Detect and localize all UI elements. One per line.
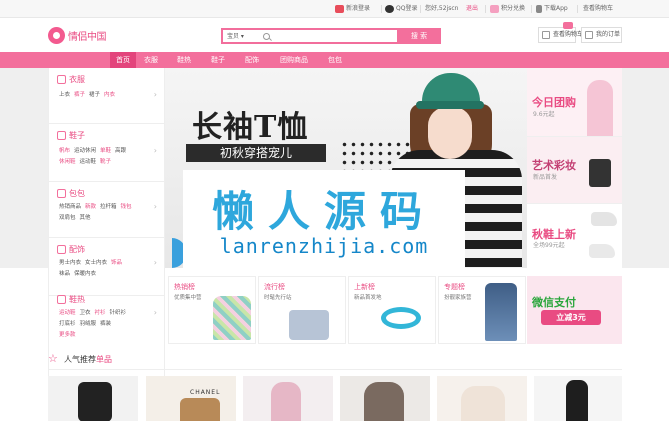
orders-icon (585, 31, 593, 39)
promo-shoe-image (591, 212, 617, 226)
nav-item-clothes[interactable]: 衣服 (144, 52, 158, 68)
product-image (461, 386, 505, 421)
fire-icon (57, 295, 66, 304)
app-link[interactable]: 下载App (536, 4, 568, 13)
nav-item-hot[interactable]: 鞋热 (177, 52, 191, 68)
gift-icon (490, 4, 499, 13)
points-link[interactable]: 积分兑换 (490, 4, 525, 13)
view-cart-button[interactable]: 查看购物车 (538, 22, 583, 43)
phone-icon (536, 4, 542, 13)
chevron-right-icon: › (153, 202, 157, 211)
chevron-right-icon: › (153, 258, 157, 267)
rank-hot-sales[interactable]: 热销榜 优质集中营 (168, 276, 256, 344)
search-icon (263, 33, 270, 40)
product-image (566, 380, 588, 421)
search-button[interactable]: 搜 索 (397, 28, 441, 44)
denim-coat-product-image (485, 283, 517, 341)
shirt-icon (57, 75, 66, 84)
handbag-product-image (289, 310, 329, 340)
chevron-right-icon: › (153, 146, 157, 155)
watermark-overlay: 懒人源码 lanrenzhijia.com (183, 170, 465, 268)
weibo-login-link[interactable]: 新浪登录 (335, 4, 370, 13)
banner-model-hat-brim (416, 101, 484, 109)
product-card[interactable] (340, 376, 430, 421)
cart-link[interactable]: 查看购物车 (583, 4, 613, 13)
promo-cosmetics-image (589, 159, 611, 187)
product-image (364, 382, 404, 421)
promo-shoe-image (589, 244, 615, 258)
page: 新浪登录 QQ登录 您好,52jscn 退出 积分兑换 下载App 查看购物车 … (0, 0, 669, 421)
divider (381, 5, 382, 13)
banner-title: 长袖T恤 (192, 110, 309, 145)
logo[interactable]: 情侣中国 (48, 26, 107, 44)
bracelet-product-image (381, 307, 421, 329)
cart-icon (542, 31, 550, 39)
rank-trending[interactable]: 流行榜 时髦先行站 (258, 276, 346, 344)
qq-icon (385, 4, 394, 13)
watermark-url: lanrenzhijia.com (219, 234, 429, 258)
divider (485, 5, 486, 13)
logout-link[interactable]: 退出 (466, 4, 478, 13)
popular-section-title: 人气推荐单品 (64, 355, 112, 364)
user-greeting: 您好,52jscn (425, 5, 459, 12)
product-card[interactable] (243, 376, 333, 421)
product-card[interactable]: CHANEL (146, 376, 236, 421)
product-image (78, 382, 112, 421)
nav-item-shoes[interactable]: 鞋子 (211, 52, 225, 68)
my-orders-button[interactable]: 我的订单 (581, 27, 622, 43)
category-bags[interactable]: 包包 热销商品 新款 拉杆箱 钱包 双肩包 其他 › (49, 182, 165, 238)
product-card[interactable] (534, 376, 622, 421)
qq-login-link[interactable]: QQ登录 (385, 4, 417, 13)
accessory-icon (57, 245, 66, 254)
top-bar: 新浪登录 QQ登录 您好,52jscn 退出 积分兑换 下载App 查看购物车 (0, 0, 669, 18)
product-card[interactable] (48, 376, 138, 421)
flower-logo-icon (48, 26, 65, 44)
promo-group-buy[interactable]: 今日团购 9.6元起 (527, 68, 622, 136)
nav-item-home[interactable]: 首页 (110, 52, 136, 68)
category-hot[interactable]: 鞋热 运动鞋 卫衣 衬衫 针织衫 打底衫 羽绒服 裤装 更多款 › (49, 288, 165, 352)
nav-item-group-buy[interactable]: 团购商品 (280, 52, 308, 68)
product-card[interactable] (437, 376, 527, 421)
header: 情侣中国 宝贝 ▾ 搜 索 查看购物车 我的订单 (0, 18, 669, 52)
rank-topics[interactable]: 专题榜 扮靓家族营 (438, 276, 526, 344)
divider (577, 5, 578, 13)
chevron-right-icon: › (153, 90, 157, 99)
promo-badge: 立减3元 (541, 310, 601, 325)
divider (531, 5, 532, 13)
rank-new-arrivals[interactable]: 上新榜 新品首发地 (348, 276, 436, 344)
promo-wechat-pay[interactable]: 微信支付 立减3元 (527, 276, 622, 344)
promo-makeup[interactable]: 艺术彩妆 新品首发 (527, 137, 622, 203)
divider (420, 5, 421, 13)
main-nav: 首页 衣服 鞋热 鞋子 配饰 团购商品 包包 (0, 52, 669, 68)
category-clothes[interactable]: 衣服 上衣 裤子 裙子 内衣 › (49, 68, 165, 124)
chevron-right-icon: › (153, 308, 157, 317)
bag-icon (57, 189, 66, 198)
watermark-text: 懒人源码 (211, 187, 436, 236)
cart-count-badge (563, 22, 573, 29)
nav-item-bags[interactable]: 包包 (328, 52, 342, 68)
nav-item-accessories[interactable]: 配饰 (245, 52, 259, 68)
category-shoes[interactable]: 鞋子 帆布 运动休闲 单鞋 高跟 休闲鞋 运动鞋 靴子 › (49, 124, 165, 182)
weibo-icon (335, 4, 344, 13)
star-icon: ☆ (48, 352, 58, 365)
promo-model-image (587, 80, 613, 136)
banner-model-face (428, 107, 472, 159)
product-image (271, 382, 301, 421)
banner-subtitle: 初秋穿搭宠儿 (186, 144, 326, 162)
search-box: 宝贝 ▾ 搜 索 (221, 28, 441, 44)
product-image (180, 398, 220, 421)
search-category-select[interactable]: 宝贝 ▾ (227, 32, 244, 42)
shoe-icon (57, 131, 66, 140)
section-divider (48, 369, 622, 370)
promo-shoes[interactable]: 秋鞋上新 全场99元起 (527, 204, 622, 268)
brand-label: CHANEL (190, 389, 221, 396)
jacket-product-image (213, 296, 251, 340)
